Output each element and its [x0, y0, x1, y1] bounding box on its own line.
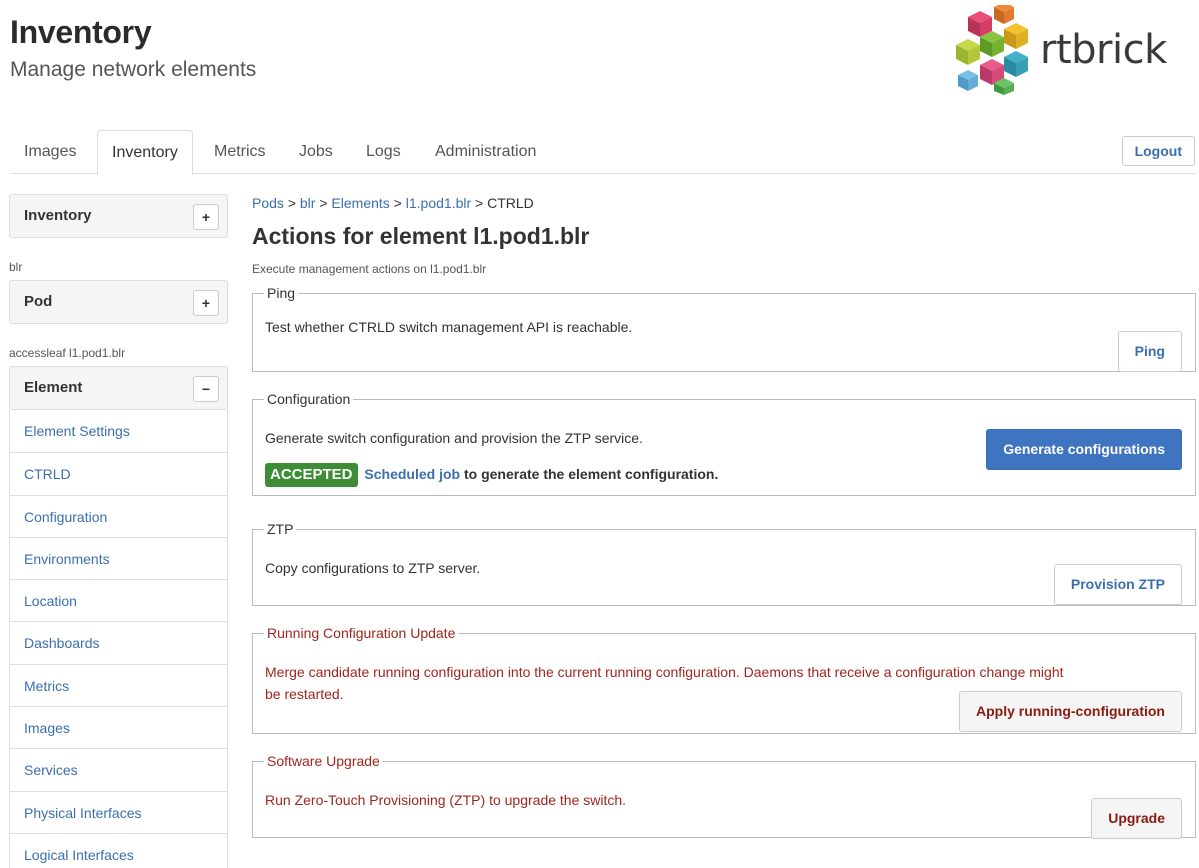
running-config-description-line2: be restarted. [265, 686, 344, 702]
breadcrumb-separator: > [319, 195, 328, 211]
software-upgrade-description: Run Zero-Touch Provisioning (ZTP) to upg… [265, 792, 627, 808]
breadcrumb-separator: > [393, 195, 402, 211]
sidebar-item-logical-interfaces[interactable]: Logical Interfaces [10, 832, 227, 868]
sidebar-item-metrics[interactable]: Metrics [10, 663, 227, 706]
configuration-status: ACCEPTED Scheduled job to generate the e… [265, 462, 719, 487]
ztp-description: Copy configurations to ZTP server. [265, 560, 481, 576]
configuration-description: Generate switch configuration and provis… [265, 430, 643, 446]
provision-ztp-button[interactable]: Provision ZTP [1053, 564, 1182, 605]
configuration-section: Configuration Generate switch configurat… [252, 392, 1196, 496]
configuration-legend: Configuration [267, 391, 351, 407]
sidebar-item-environments[interactable]: Environments [10, 536, 227, 579]
page-title: Actions for element l1.pod1.blr [252, 223, 590, 249]
pod-caption: blr [9, 260, 23, 274]
main-content: Pods > blr > Elements > l1.pod1.blr > CT… [252, 194, 1196, 839]
rtbrick-logo-icon [956, 5, 1028, 95]
page-title-heading: Inventory [10, 14, 152, 50]
tab-jobs[interactable]: Jobs [285, 130, 347, 174]
software-upgrade-legend: Software Upgrade [267, 753, 380, 769]
element-nav-list: Element Settings CTRLD Configuration Env… [9, 410, 228, 868]
pod-expand-button[interactable]: + [193, 290, 219, 316]
sidebar-inventory-panel: Inventory + [9, 194, 228, 238]
sidebar-item-configuration[interactable]: Configuration [10, 494, 227, 537]
running-config-description-line1: Merge candidate running configuration in… [265, 664, 1064, 680]
sidebar-item-physical-interfaces[interactable]: Physical Interfaces [10, 790, 227, 833]
element-collapse-button[interactable]: − [193, 376, 219, 402]
breadcrumb-element[interactable]: l1.pod1.blr [406, 195, 471, 211]
breadcrumb-separator: > [287, 195, 296, 211]
sidebar-pod-label: Pod [24, 293, 53, 310]
sidebar-item-location[interactable]: Location [10, 579, 227, 621]
sidebar: Inventory + blr Pod + accessleaf l1.pod1… [9, 194, 228, 868]
breadcrumb-pods[interactable]: Pods [252, 195, 284, 211]
element-caption: accessleaf l1.pod1.blr [9, 346, 126, 360]
main-nav-tabs: Images Inventory Metrics Jobs Logs Admin… [10, 130, 1195, 175]
page-header: Inventory Manage network elements [10, 12, 256, 82]
sidebar-item-images[interactable]: Images [10, 706, 227, 748]
logout-button[interactable]: Logout [1121, 136, 1195, 166]
tab-logs[interactable]: Logs [352, 130, 415, 174]
ping-legend: Ping [267, 285, 296, 301]
tab-images[interactable]: Images [10, 130, 90, 174]
logo-wordmark: rtbrick [1040, 27, 1167, 73]
sidebar-element-label: Element [24, 379, 83, 396]
status-badge: ACCEPTED [265, 463, 358, 487]
tab-administration[interactable]: Administration [421, 130, 550, 174]
status-message: to generate the element configuration. [463, 466, 719, 482]
upgrade-button[interactable]: Upgrade [1091, 798, 1182, 839]
sidebar-item-ctrld[interactable]: CTRLD [10, 452, 227, 494]
ztp-legend: ZTP [267, 521, 294, 537]
breadcrumb: Pods > blr > Elements > l1.pod1.blr > CT… [252, 194, 1196, 212]
inventory-expand-button[interactable]: + [193, 204, 219, 230]
breadcrumb-pod-blr[interactable]: blr [300, 195, 316, 211]
ping-section: Ping Test whether CTRLD switch managemen… [252, 286, 1196, 372]
sidebar-element-panel: Element − [9, 366, 228, 410]
page-subtitle: Manage network elements [10, 58, 257, 81]
rtbrick-logo: rtbrick [950, 5, 1195, 95]
running-config-legend: Running Configuration Update [267, 625, 456, 641]
tab-inventory[interactable]: Inventory [97, 130, 193, 175]
running-config-section: Running Configuration Update Merge candi… [252, 626, 1196, 734]
sidebar-item-services[interactable]: Services [10, 748, 227, 790]
tab-metrics[interactable]: Metrics [200, 130, 280, 174]
sidebar-pod-panel: Pod + [9, 280, 228, 324]
sidebar-item-element-settings[interactable]: Element Settings [10, 410, 227, 452]
ping-description: Test whether CTRLD switch management API… [265, 319, 633, 335]
ping-button[interactable]: Ping [1117, 331, 1182, 372]
sidebar-item-dashboards[interactable]: Dashboards [10, 621, 227, 663]
scheduled-job-link[interactable]: Scheduled job [364, 466, 460, 482]
sidebar-inventory-label: Inventory [24, 207, 92, 224]
generate-configurations-button[interactable]: Generate configurations [986, 429, 1182, 470]
page-description: Execute management actions on l1.pod1.bl… [252, 262, 487, 276]
breadcrumb-elements[interactable]: Elements [331, 195, 389, 211]
software-upgrade-section: Software Upgrade Run Zero-Touch Provisio… [252, 753, 1196, 839]
ztp-section: ZTP Copy configurations to ZTP server. P… [252, 522, 1196, 606]
breadcrumb-separator: > [475, 195, 484, 211]
breadcrumb-current: CTRLD [487, 195, 534, 211]
apply-running-configuration-button[interactable]: Apply running-configuration [959, 691, 1182, 732]
